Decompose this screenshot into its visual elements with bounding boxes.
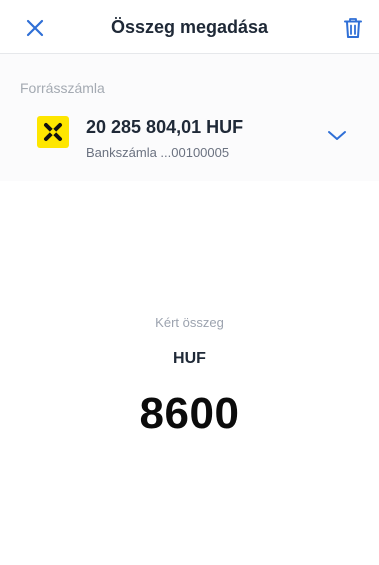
currency-label: HUF xyxy=(173,350,206,367)
requested-amount-label: Kért összeg xyxy=(155,315,224,330)
page-title: Összeg megadása xyxy=(110,17,269,37)
chevron-down-icon[interactable] xyxy=(325,124,349,148)
delete-button[interactable] xyxy=(339,14,367,42)
account-number: Bankszámla ...00100005 xyxy=(86,145,230,160)
account-balance: 20 285 804,01 HUF xyxy=(86,117,244,137)
trash-icon xyxy=(344,18,362,38)
source-account-label: Forrásszámla xyxy=(20,80,105,96)
source-account-selector[interactable]: 20 285 804,01 HUF Bankszámla ...00100005 xyxy=(0,112,379,168)
amount-input[interactable]: 8600 xyxy=(0,389,379,439)
bank-logo-icon xyxy=(37,116,69,148)
amount-section: Kért összeg HUF 8600 xyxy=(0,181,379,565)
source-account-section: Forrásszámla 20 285 804,01 HUF Bankszáml… xyxy=(0,54,379,181)
app-header: Összeg megadása xyxy=(0,0,379,54)
